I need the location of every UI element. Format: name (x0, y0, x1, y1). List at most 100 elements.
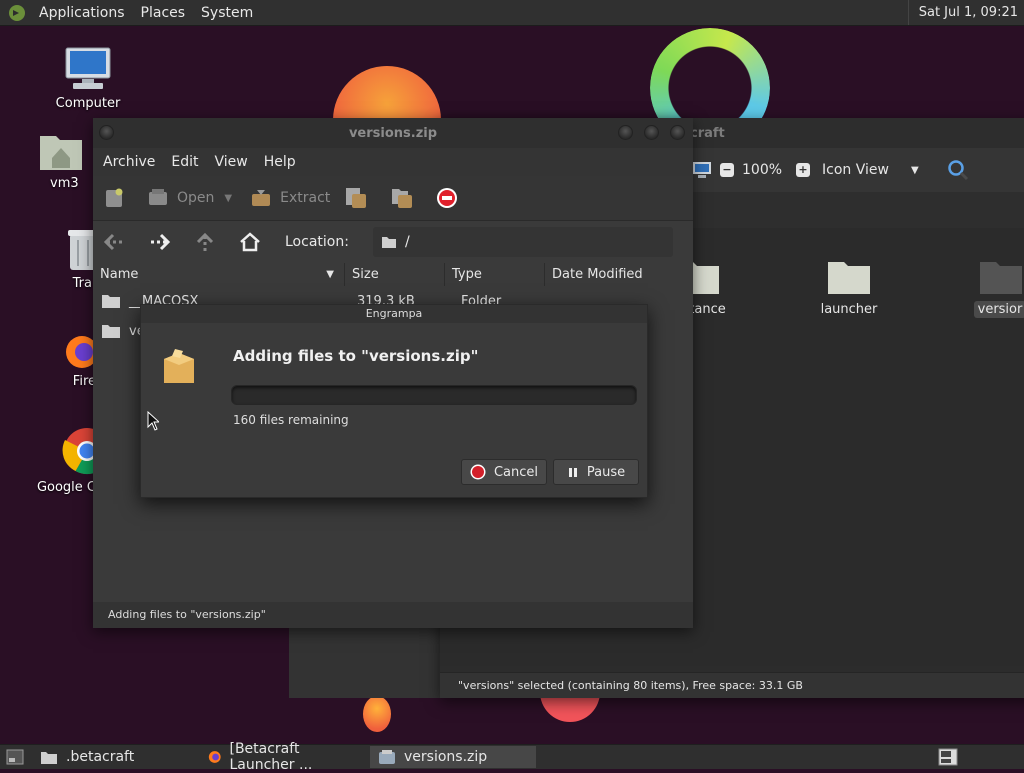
column-header-size[interactable]: Size (345, 263, 445, 287)
folder-icon (980, 262, 1022, 294)
chevron-down-icon[interactable]: ▼ (224, 193, 232, 204)
computer-icon[interactable] (692, 161, 712, 179)
window-title: versions.zip (348, 125, 438, 141)
mate-logo-icon[interactable] (8, 4, 26, 22)
cancel-button[interactable]: Cancel (461, 459, 547, 485)
taskbar-label: [Betacraft Launcher ... (229, 741, 313, 773)
folder-icon (828, 262, 870, 294)
folder-label: launcher (820, 302, 878, 317)
zoom-level: 100% (742, 162, 783, 178)
add-files-icon (346, 188, 367, 208)
archive-navbar: Location: / (93, 221, 693, 263)
add-folder-button[interactable] (390, 186, 422, 210)
computer-icon (65, 47, 111, 89)
menu-applications[interactable]: Applications (32, 5, 134, 21)
progress-dialog[interactable]: Engrampa Adding files to "versions.zip" … (140, 304, 648, 498)
column-header-label: Type (452, 267, 482, 282)
folder-item-selected[interactable]: versior (960, 256, 1024, 318)
taskbar-item[interactable]: [Betacraft Launcher ... (200, 741, 370, 773)
column-header-label: Name (100, 267, 139, 282)
pause-button[interactable]: Pause (553, 459, 639, 485)
package-icon (164, 349, 194, 383)
desktop-icon-label: Computer (55, 96, 121, 111)
column-header-date[interactable]: Date Modified (545, 263, 693, 287)
column-header-name[interactable]: Name ▼ (93, 263, 345, 287)
menu-system[interactable]: System (194, 5, 262, 21)
taskbar-item-active[interactable]: versions.zip (370, 746, 536, 768)
column-header-type[interactable]: Type (445, 263, 545, 287)
desktop-icon-computer[interactable]: Computer (43, 46, 133, 111)
taskbar-label: .betacraft (66, 749, 135, 765)
extract-icon (252, 190, 271, 206)
window-title: craft (690, 125, 725, 141)
maximize-button[interactable] (644, 125, 659, 140)
mouse-cursor-icon (147, 411, 159, 431)
zoom-in-button[interactable]: + (796, 163, 811, 177)
menu-help[interactable]: Help (256, 154, 304, 170)
folder-icon (102, 295, 120, 308)
forward-arrow-icon (151, 233, 171, 251)
desktop-icon-home[interactable]: vm3 (30, 128, 90, 191)
menu-view[interactable]: View (207, 154, 256, 170)
desktop-icon-label: Tra (72, 276, 92, 291)
location-path: / (404, 234, 410, 250)
open-label: Open (177, 190, 215, 206)
file-manager-statusbar: "versions" selected (containing 80 items… (440, 672, 1024, 698)
menu-places[interactable]: Places (134, 5, 195, 21)
add-files-button[interactable] (344, 186, 376, 210)
cancel-label: Cancel (493, 464, 539, 480)
location-path-field[interactable]: / (372, 227, 673, 257)
forward-button[interactable] (149, 233, 171, 251)
archive-icon (379, 750, 395, 764)
desktop-icon-trash[interactable]: Tra (46, 228, 98, 291)
up-button[interactable] (195, 232, 215, 252)
menu-edit[interactable]: Edit (163, 154, 206, 170)
desktop-icon-chrome[interactable]: Google C (36, 426, 111, 495)
menu-archive[interactable]: Archive (95, 154, 163, 170)
firefox-icon (66, 336, 96, 368)
add-folder-icon (392, 189, 413, 208)
back-button[interactable] (103, 233, 125, 251)
progress-bar (231, 385, 637, 405)
folder-icon (102, 325, 120, 338)
folder-icon (41, 751, 57, 764)
desktop-icon-firefox[interactable]: Fire (60, 330, 96, 389)
file-manager-sidebar-fragment (289, 628, 441, 698)
search-icon[interactable] (947, 159, 969, 181)
desktop-icon-label: vm3 (50, 176, 79, 191)
chevron-down-icon[interactable]: ▼ (911, 165, 919, 176)
new-archive-icon (106, 188, 123, 207)
desktop-icon-label: Google C (36, 480, 96, 495)
show-desktop-icon[interactable] (6, 749, 24, 765)
archive-toolbar: Open ▼ Extract (93, 176, 693, 221)
home-button[interactable] (239, 232, 261, 252)
zoom-out-button[interactable]: − (720, 163, 734, 177)
firefox-icon (208, 751, 221, 763)
top-panel: Applications Places System Sat Jul 1, 09… (0, 0, 1024, 26)
minimize-button[interactable] (618, 125, 633, 140)
dialog-title: Engrampa (141, 305, 647, 323)
bottom-panel: .betacraft [Betacraft Launcher ... versi… (0, 741, 1024, 773)
close-button[interactable] (670, 125, 685, 140)
files-remaining: 160 files remaining (233, 413, 349, 427)
view-mode-select[interactable]: Icon View (822, 162, 889, 178)
taskbar-item[interactable]: .betacraft (32, 746, 200, 768)
window-menu-button[interactable] (99, 125, 114, 140)
file-list-header: Name ▼ Size Type Date Modified (93, 263, 693, 288)
back-arrow-icon (103, 233, 123, 251)
home-icon (240, 232, 260, 252)
clock[interactable]: Sat Jul 1, 09:21 (907, 0, 1018, 25)
taskbar-label: versions.zip (404, 749, 488, 765)
column-header-label: Size (352, 267, 379, 282)
extract-button[interactable]: Extract (250, 188, 330, 208)
open-button[interactable]: Open (147, 188, 214, 208)
home-folder-icon (40, 136, 82, 170)
pause-icon (568, 468, 577, 477)
sort-arrow-icon: ▼ (326, 269, 334, 280)
new-archive-button[interactable] (103, 187, 133, 209)
column-header-label: Date Modified (552, 267, 643, 282)
folder-item[interactable]: launcher (804, 256, 894, 317)
stop-button[interactable] (436, 187, 466, 209)
workspace-switcher-icon[interactable] (938, 748, 958, 766)
archive-manager-titlebar[interactable]: versions.zip (93, 118, 693, 148)
